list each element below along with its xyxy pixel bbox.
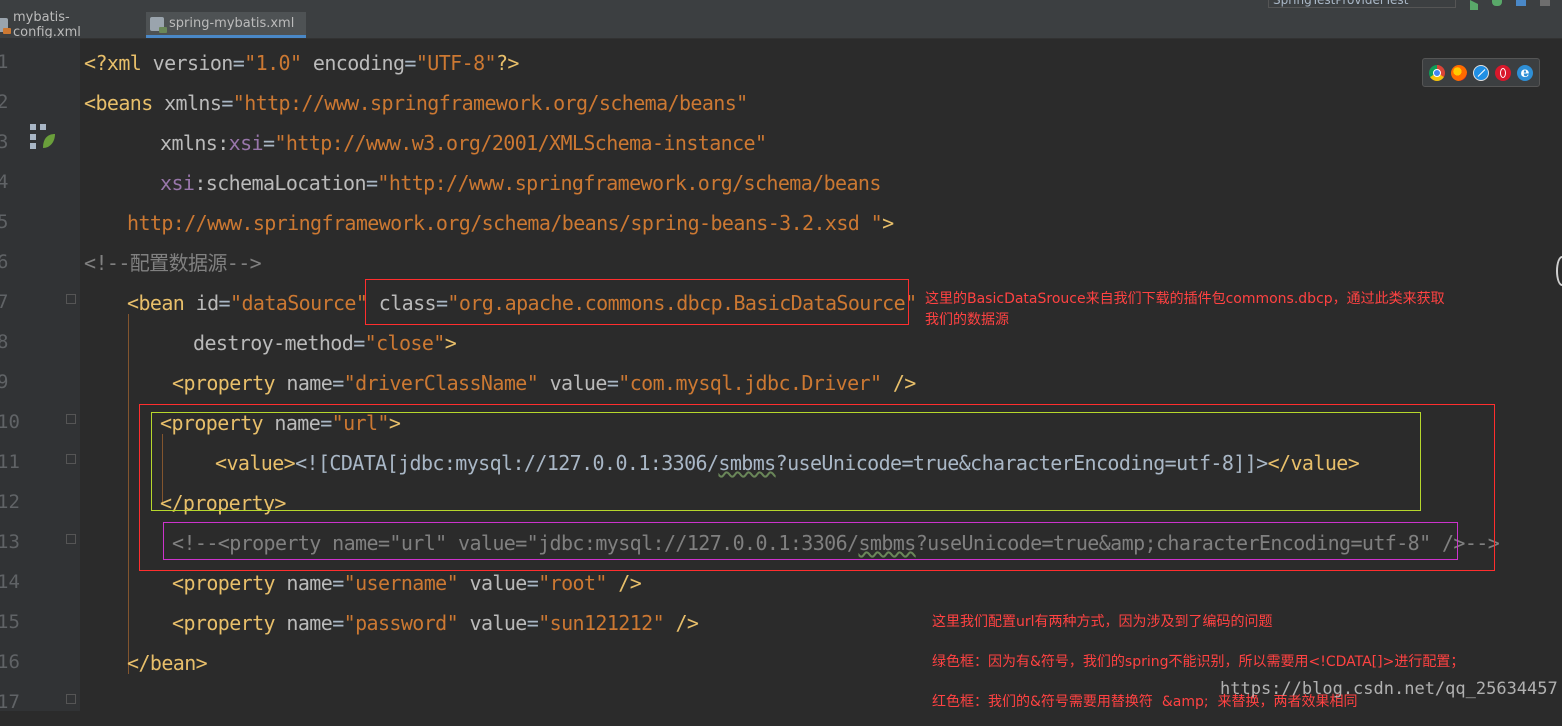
line-number: 15 (0, 611, 20, 633)
coverage-icon[interactable] (1516, 0, 1526, 6)
tab-label: mybatis-config.xml (13, 10, 81, 40)
chrome-icon[interactable] (1429, 64, 1445, 81)
watermark: https://blog.csdn.net/qq_25634457 (1220, 679, 1558, 699)
code-editor[interactable]: <?xml version="1.0" encoding="UTF-8"?> <… (80, 38, 1562, 711)
code-line-1: <?xml version="1.0" encoding="UTF-8"?> (84, 51, 519, 75)
scroll-edge-handle[interactable] (1556, 256, 1562, 286)
firefox-icon[interactable] (1451, 64, 1467, 81)
tab-mybatis-config[interactable]: mybatis-config.xml (0, 10, 142, 40)
line-number: 11 (0, 451, 20, 473)
code-line-2: <beans xmlns="http://www.springframework… (84, 91, 748, 115)
code-line-15: <property name="password" value="sun1212… (172, 611, 699, 635)
spring-xml-file-icon (150, 16, 167, 33)
fold-marker[interactable] (66, 454, 76, 464)
green-highlight-box (151, 412, 1421, 511)
safari-icon[interactable] (1473, 64, 1489, 81)
tab-spring-mybatis[interactable]: spring-mybatis.xml (146, 12, 306, 38)
fold-marker[interactable] (66, 694, 76, 704)
editor-tab-bar: mybatis-config.xml spring-mybatis.xml Sp… (0, 0, 1562, 40)
annotation-green-box: 绿色框：因为有&符号，我们的spring不能识别，所以需要用<!CDATA[]>… (932, 654, 1465, 670)
opera-icon[interactable] (1495, 64, 1511, 81)
indent-guide (128, 314, 129, 674)
run-toolbar: SpringTestProviderTest (1268, 0, 1562, 10)
annotation-url-two-ways: 这里我们配置url有两种方式，因为涉及到了编码的问题 (932, 614, 1273, 630)
fold-marker[interactable] (66, 294, 76, 304)
line-number: 5 (0, 211, 9, 233)
code-line-3: xmlns:xsi="http://www.w3.org/2001/XMLSch… (160, 131, 767, 155)
code-line-6: <!--配置数据源--> (84, 251, 262, 275)
ie-icon[interactable]: e (1517, 64, 1533, 81)
code-line-4: xsi:schemaLocation="http://www.springfra… (160, 171, 881, 195)
fold-marker[interactable] (66, 534, 76, 544)
line-number: 12 (0, 491, 20, 513)
line-number: 3 (0, 131, 9, 153)
line-number: 13 (0, 531, 20, 553)
line-number: 1 (0, 51, 9, 73)
code-line-16: </bean> (127, 651, 208, 675)
line-number: 9 (0, 371, 9, 393)
line-number: 6 (0, 251, 9, 273)
line-number: 17 (0, 691, 20, 713)
line-number: 14 (0, 571, 20, 593)
line-number: 7 (0, 291, 9, 313)
code-line-9: <property name="driverClassName" value="… (172, 371, 916, 395)
annotation-basicdatasource: 这里的BasicDataSrouce来自我们下载的插件包commons.dbcp… (925, 291, 1445, 328)
xml-file-icon (0, 18, 11, 34)
fold-marker[interactable] (66, 414, 76, 424)
line-number: 8 (0, 331, 9, 353)
purple-highlight-box (163, 522, 1458, 560)
tab-label: spring-mybatis.xml (169, 16, 295, 31)
debug-icon[interactable] (1492, 0, 1502, 6)
spring-bean-gutter-icon[interactable] (30, 124, 56, 150)
line-number: 10 (0, 411, 20, 433)
run-icon[interactable] (1470, 0, 1478, 10)
line-number: 2 (0, 91, 9, 113)
line-number-gutter: 1 2 3 4 5 6 7 8 9 10 11 12 13 14 15 16 1… (0, 38, 80, 713)
code-line-5: http://www.springframework.org/schema/be… (127, 211, 894, 235)
run-configuration-selector[interactable]: SpringTestProviderTest (1268, 0, 1456, 8)
line-number: 16 (0, 651, 20, 673)
class-highlight-box (365, 279, 909, 325)
stop-icon[interactable] (1540, 0, 1550, 6)
line-number: 4 (0, 171, 9, 193)
browser-preview-bar: e (1422, 58, 1540, 87)
